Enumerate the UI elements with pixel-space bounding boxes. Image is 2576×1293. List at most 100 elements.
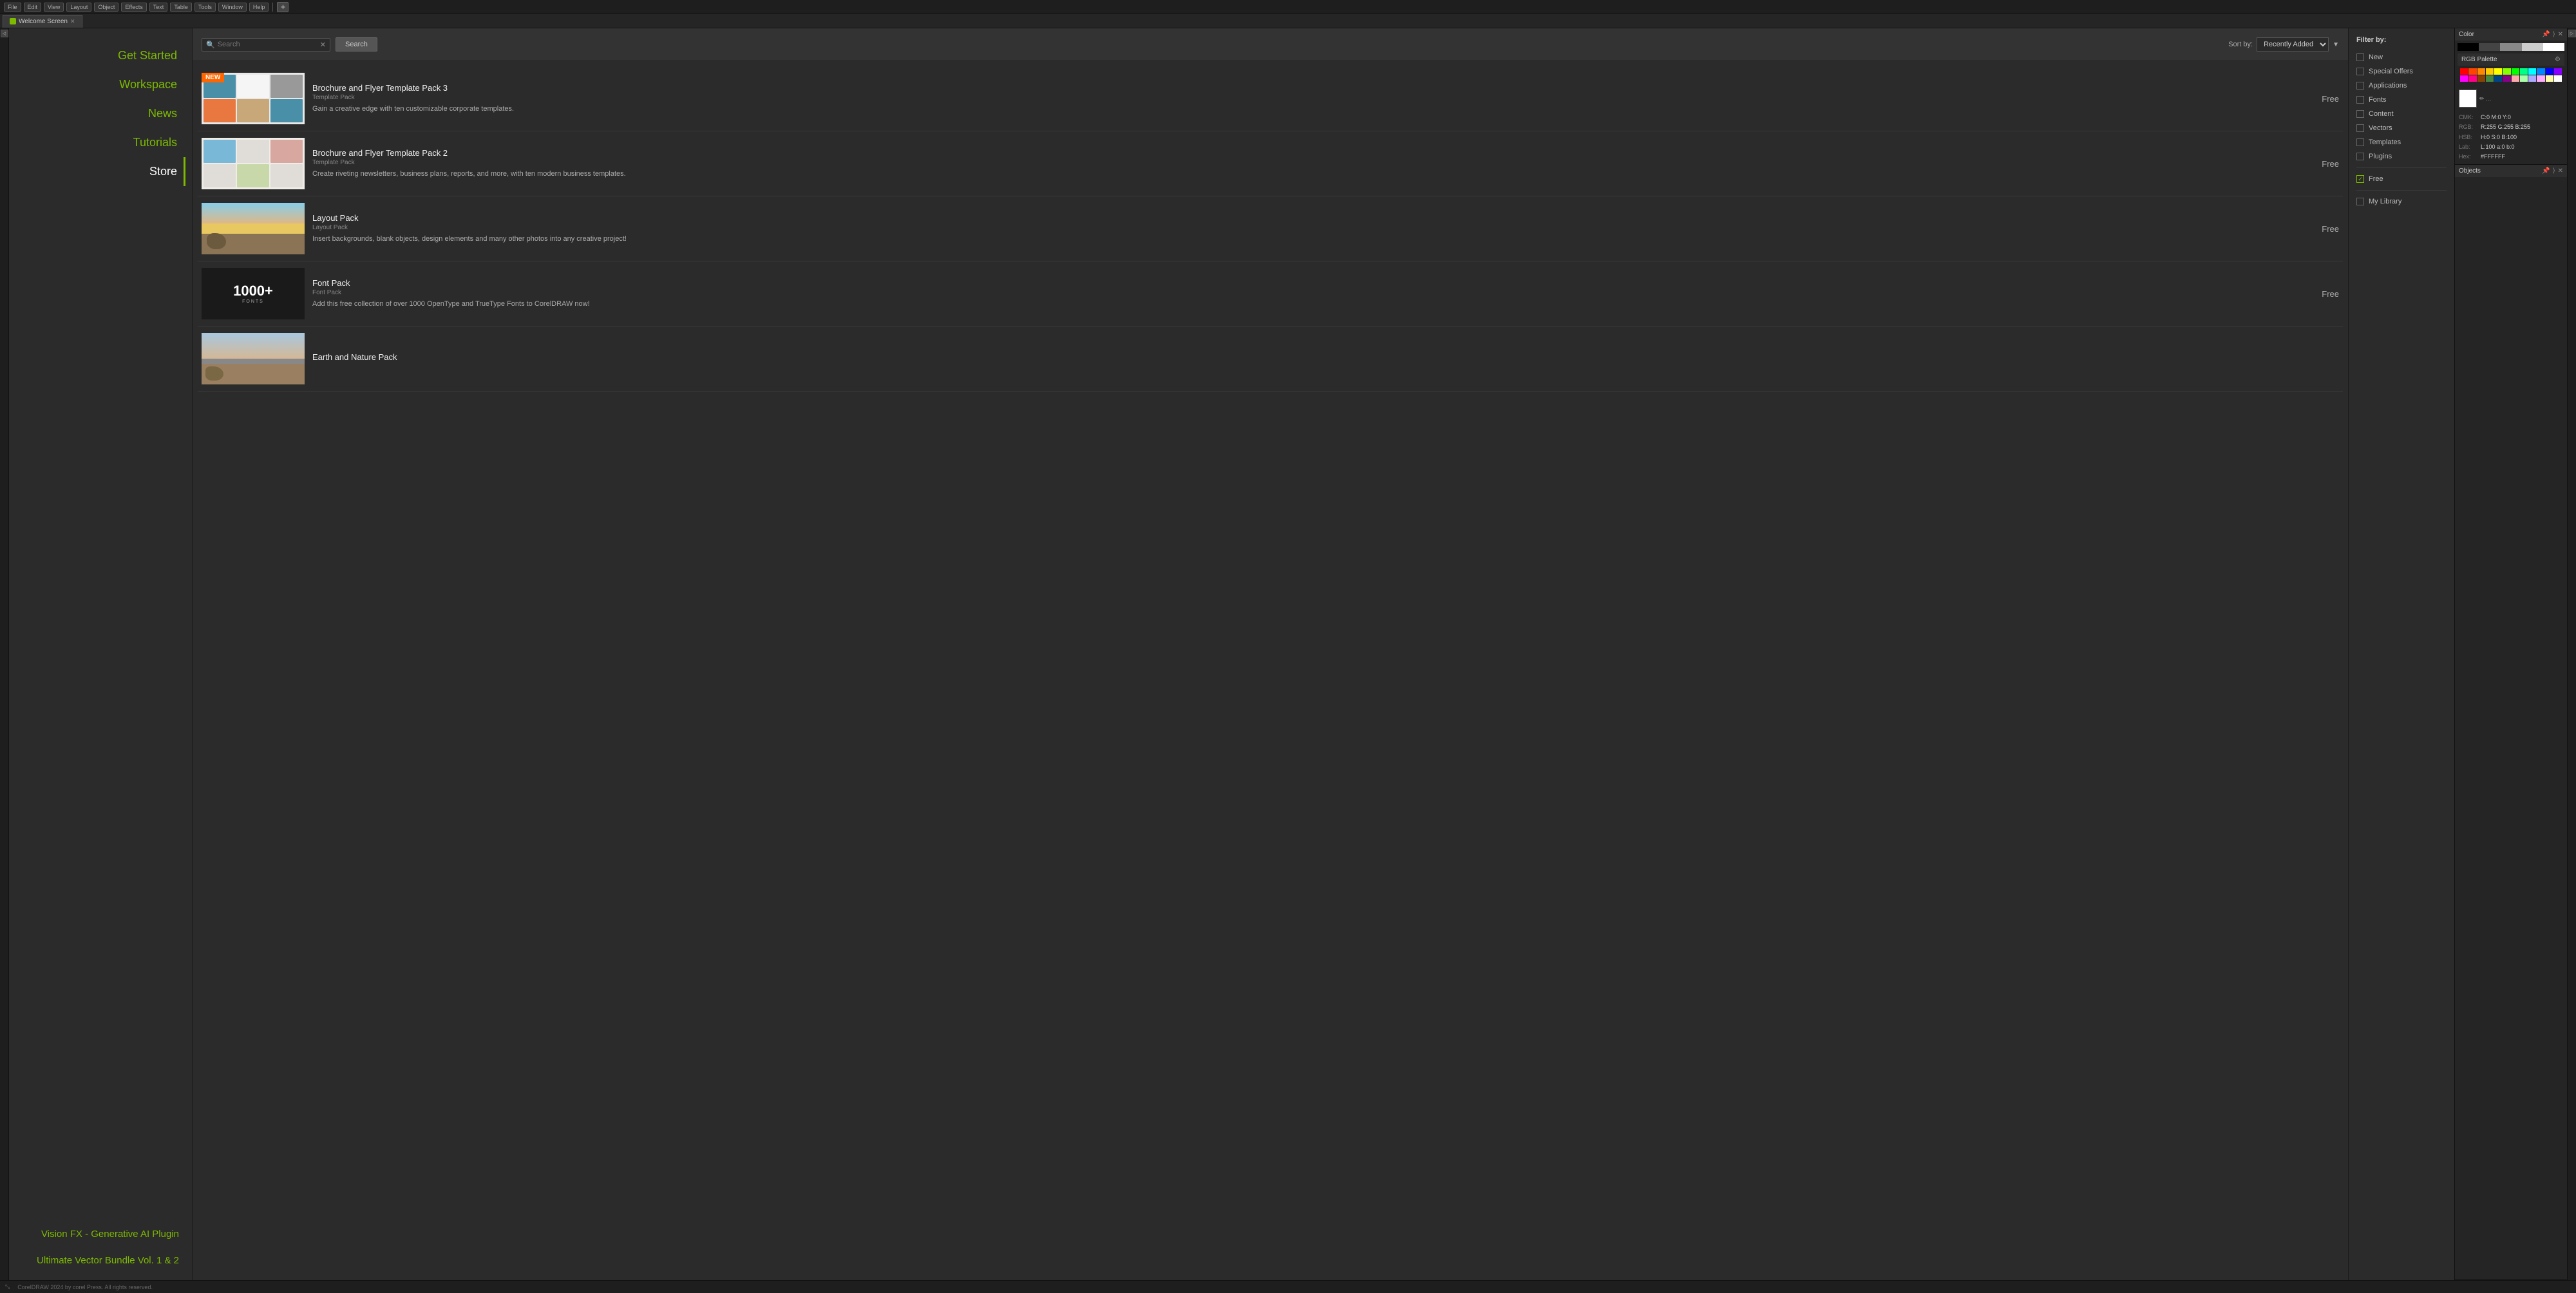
store-item-brochure-pack-2[interactable]: Brochure and Flyer Template Pack 2 Templ… [198,131,2343,196]
sidebar-promo-vector-bundle[interactable]: Ultimate Vector Bundle Vol. 1 & 2 [15,1247,185,1274]
swatch-red[interactable] [2460,68,2468,75]
swatch-light-magenta[interactable] [2537,75,2544,82]
sidebar-promo-vision-fx[interactable]: Vision FX - Generative AI Plugin [15,1221,185,1247]
toolbar-tools[interactable]: Tools [194,3,216,12]
filter-item-vectors[interactable]: Vectors [2356,121,2447,135]
tab-welcome-screen[interactable]: Welcome Screen ✕ [3,15,82,28]
filter-item-content[interactable]: Content [2356,107,2447,121]
filter-item-new[interactable]: New [2356,50,2447,64]
filter-checkbox-applications[interactable] [2356,82,2364,90]
swatch-dark-gray[interactable] [2479,43,2500,51]
search-input[interactable] [218,41,317,48]
color-panel-icons: 📌 ⟩ ✕ [2542,31,2563,38]
current-color-swatch[interactable] [2459,90,2477,108]
filter-item-my-library[interactable]: My Library [2356,194,2447,209]
toolbar-object[interactable]: Object [94,3,118,12]
swatch-white-2[interactable] [2554,75,2562,82]
store-item-earth-nature-pack[interactable]: Earth and Nature Pack [198,326,2343,392]
swatch-green-cyan[interactable] [2520,68,2528,75]
store-item-font-pack[interactable]: 1000+ FONTS Font Pack Font Pack Add this… [198,261,2343,326]
swatch-brown[interactable] [2477,75,2485,82]
toolbar-window[interactable]: Window [218,3,247,12]
filter-checkbox-vectors[interactable] [2356,124,2364,132]
panel-expand-icon[interactable]: ⟩ [2553,31,2555,38]
filter-checkbox-free[interactable] [2356,175,2364,183]
swatch-light-yellow[interactable] [2546,75,2553,82]
sort-select[interactable]: Recently Added Name Price [2257,37,2329,52]
swatch-green[interactable] [2512,68,2519,75]
filter-item-special-offers[interactable]: Special Offers [2356,64,2447,79]
swatch-dark-green[interactable] [2486,75,2494,82]
toolbar-effects[interactable]: Effects [121,3,146,12]
objects-close-icon[interactable]: ✕ [2558,167,2563,175]
swatch-purple[interactable] [2503,75,2510,82]
sidebar-item-news[interactable]: News [15,99,185,128]
filter-checkbox-special-offers[interactable] [2356,68,2364,75]
toolbar-edit[interactable]: Edit [24,3,42,12]
search-box: 🔍 ✕ [202,38,330,52]
filter-item-fonts[interactable]: Fonts [2356,93,2447,107]
toolbar-view[interactable]: View [44,3,64,12]
sidebar-item-workspace[interactable]: Workspace [15,70,185,99]
sidebar-item-get-started[interactable]: Get Started [15,41,185,70]
filter-item-applications[interactable]: Applications [2356,79,2447,93]
swatch-cyan[interactable] [2528,68,2536,75]
swatch-yellow[interactable] [2494,68,2502,75]
font-thumb-text: 1000+ [233,284,273,298]
swatch-orange-red[interactable] [2468,68,2476,75]
swatch-orange[interactable] [2477,68,2485,75]
panel-pin-icon[interactable]: 📌 [2542,31,2550,38]
swatch-light-blue-2[interactable] [2528,75,2536,82]
objects-panel-title: Objects [2459,167,2481,175]
toolbar-table[interactable]: Table [170,3,192,12]
tool-strip-btn[interactable]: ◁ [1,30,8,37]
filter-checkbox-content[interactable] [2356,110,2364,118]
toolbar-file[interactable]: File [4,3,21,12]
item-info-earth-nature-pack: Earth and Nature Pack [312,352,2306,365]
filter-item-templates[interactable]: Templates [2356,135,2447,149]
store-item-layout-pack[interactable]: Layout Pack Layout Pack Insert backgroun… [198,196,2343,261]
swatch-light-blue[interactable] [2537,68,2544,75]
swatch-light-gray[interactable] [2522,43,2543,51]
toolbar-text[interactable]: Text [149,3,168,12]
toolbar-help[interactable]: Help [249,3,269,12]
store-item-brochure-pack-3[interactable]: NEW Brochure and Flyer Template Pack 3 T… [198,66,2343,131]
resize-handle-icon[interactable]: ⤡ [5,1283,10,1290]
sidebar-item-store[interactable]: Store [15,157,185,186]
rgb-palette-header: RGB Palette ⚙ [2458,53,2564,66]
swatch-light-green[interactable] [2520,75,2528,82]
filter-checkbox-fonts[interactable] [2356,96,2364,104]
add-document-button[interactable]: + [277,2,289,12]
swatch-pink[interactable] [2468,75,2476,82]
right-strip-collapse[interactable]: ▷ [2568,30,2576,37]
filter-checkbox-plugins[interactable] [2356,153,2364,160]
rgb-palette-settings-icon[interactable]: ⚙ [2555,56,2561,63]
filter-checkbox-new[interactable] [2356,53,2364,61]
swatch-blue[interactable] [2546,68,2553,75]
swatch-dark-blue[interactable] [2494,75,2502,82]
swatch-gray[interactable] [2500,43,2521,51]
swatch-light-pink[interactable] [2512,75,2519,82]
panel-close-icon[interactable]: ✕ [2558,31,2563,38]
swatch-violet[interactable] [2554,68,2562,75]
edit-color-button[interactable]: ✏ [2479,95,2485,102]
search-clear-button[interactable]: ✕ [320,41,326,49]
tab-close-button[interactable]: ✕ [70,18,75,25]
objects-expand-icon[interactable]: ⟩ [2553,167,2555,175]
filter-checkbox-templates[interactable] [2356,138,2364,146]
objects-panel: Objects 📌 ⟩ ✕ [2455,165,2567,1280]
objects-pin-icon[interactable]: 📌 [2542,167,2550,175]
color-options-button[interactable]: … [2486,95,2492,102]
swatch-white[interactable] [2543,43,2564,51]
sidebar-item-tutorials[interactable]: Tutorials [15,128,185,157]
swatch-yellow-orange[interactable] [2486,68,2494,75]
swatch-magenta[interactable] [2460,75,2468,82]
swatch-black[interactable] [2458,43,2479,51]
filter-item-free[interactable]: Free [2356,172,2447,186]
toolbar-layout[interactable]: Layout [66,3,91,12]
filter-checkbox-my-library[interactable] [2356,198,2364,205]
swatch-yellow-green[interactable] [2503,68,2510,75]
search-button[interactable]: Search [336,37,377,52]
filter-item-plugins[interactable]: Plugins [2356,149,2447,164]
filter-label-new: New [2369,53,2383,61]
